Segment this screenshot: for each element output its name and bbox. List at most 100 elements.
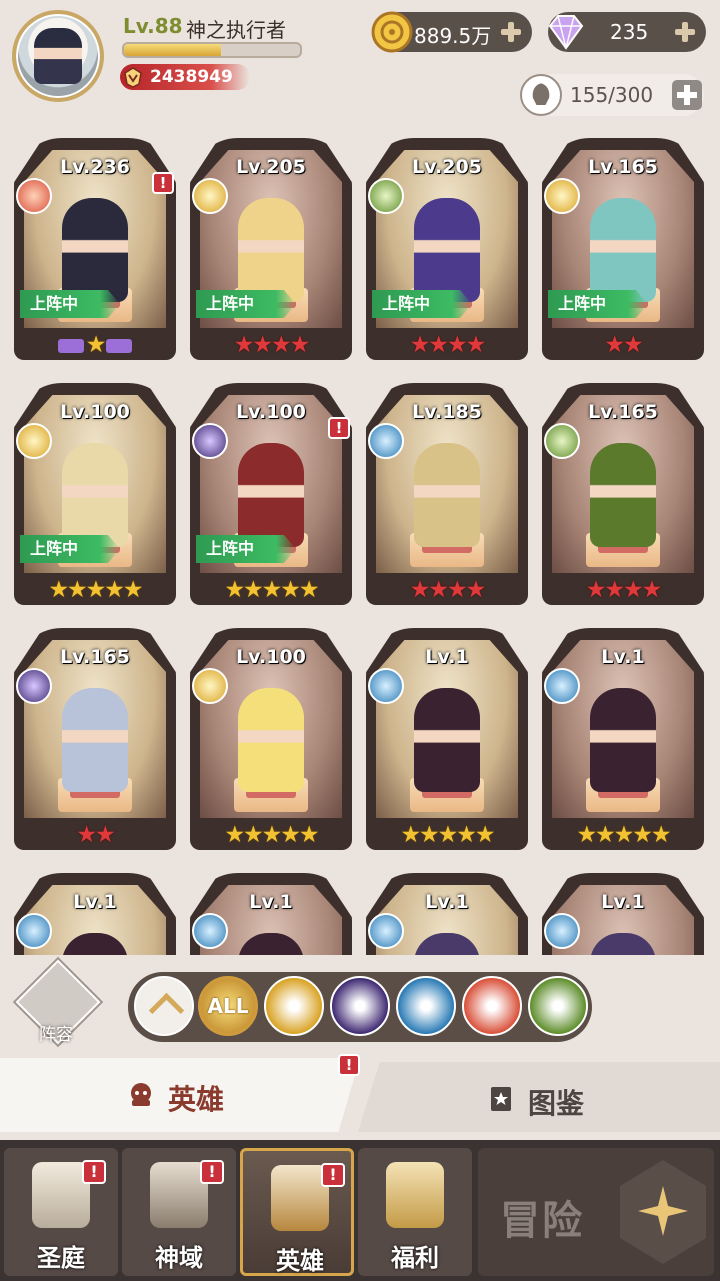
tab-hero-alert: ! xyxy=(338,1054,360,1076)
filter-dark-icon[interactable] xyxy=(330,976,390,1036)
star-glyphs: ★ xyxy=(85,332,107,358)
deployed-tag: 上阵中 xyxy=(20,290,120,318)
treasure-chest-icon xyxy=(386,1162,444,1228)
hero-card[interactable]: Lv.100 ★★★★★ xyxy=(190,628,352,858)
faction-order-icon xyxy=(368,668,404,704)
hero-card[interactable]: Lv.100! 上阵中 ★★★★★ xyxy=(190,383,352,613)
hero-card[interactable]: Lv.1 xyxy=(190,873,352,955)
nav-court[interactable]: ! 圣庭 xyxy=(4,1148,118,1276)
filter-fire-icon[interactable] xyxy=(462,976,522,1036)
hero-stars: ★★★★ xyxy=(366,577,528,603)
hero-grid: Lv.236! 上阵中 ★ Lv.205 上阵中 ★★★★ Lv.205 上阵中 ★★★★ Lv.… xyxy=(0,130,720,955)
deployed-tag: 上阵中 xyxy=(372,290,472,318)
hero-sprite xyxy=(590,443,656,547)
nav-hero-alert: ! xyxy=(321,1163,345,1187)
hero-level: Lv.205 xyxy=(236,156,306,178)
hero-level: Lv.1 xyxy=(601,646,645,668)
gold-coin-icon xyxy=(371,11,413,53)
power-value: 2438949 xyxy=(150,67,233,87)
hero-alert-badge: ! xyxy=(152,172,174,194)
add-gold-button[interactable] xyxy=(500,21,522,43)
tab-hero-label: 英雄 xyxy=(168,1083,225,1116)
hero-card[interactable]: Lv.165 ★★★★ xyxy=(542,383,704,613)
faction-order-icon xyxy=(368,913,404,949)
filter-order-icon[interactable] xyxy=(396,976,456,1036)
faction-nature-icon xyxy=(368,178,404,214)
power-icon xyxy=(124,67,142,88)
nav-court-label: 圣庭 xyxy=(37,1244,85,1272)
hero-card[interactable]: Lv.185 ★★★★ xyxy=(366,383,528,613)
diamond-value: 235 xyxy=(610,20,649,44)
star-glyphs: ★★ xyxy=(76,822,115,848)
expand-capacity-button[interactable] xyxy=(672,80,702,110)
avatar-portrait xyxy=(34,28,82,84)
nav-domain[interactable]: ! 神域 xyxy=(122,1148,236,1276)
bottom-nav: ! 圣庭 ! 神域 ! 英雄 福利 冒险 xyxy=(0,1140,720,1281)
star-glyphs: ★★★★★ xyxy=(48,577,143,603)
nav-court-alert: ! xyxy=(82,1160,106,1184)
hero-card[interactable]: Lv.1 xyxy=(542,873,704,955)
hero-card[interactable]: Lv.1 xyxy=(14,873,176,955)
hero-card[interactable]: Lv.205 上阵中 ★★★★ xyxy=(366,138,528,368)
tab-codex[interactable]: 图鉴 xyxy=(358,1062,720,1132)
faction-order-icon xyxy=(368,423,404,459)
compass-icon xyxy=(620,1160,706,1264)
filter-nature-icon[interactable] xyxy=(528,976,588,1036)
lineup-label: 阵容 xyxy=(39,1025,73,1045)
hero-sprite xyxy=(62,198,128,302)
faction-nature-icon xyxy=(544,423,580,459)
hero-stars: ★★★★★ xyxy=(542,822,704,848)
hero-card[interactable]: Lv.100 上阵中 ★★★★★ xyxy=(14,383,176,613)
hero-stars: ★★ xyxy=(542,332,704,358)
hero-card[interactable]: Lv.236! 上阵中 ★ xyxy=(14,138,176,368)
star-glyphs: ★★★★★ xyxy=(224,577,319,603)
hero-card[interactable]: Lv.1 ★★★★★ xyxy=(366,628,528,858)
star-glyphs: ★★★★ xyxy=(233,332,310,358)
power-badge: 2438949 xyxy=(120,64,250,90)
hero-stars: ★★★★ xyxy=(190,332,352,358)
add-diamond-button[interactable] xyxy=(674,21,696,43)
star-glyphs: ★★★★★ xyxy=(400,822,495,848)
collapse-filter-button[interactable] xyxy=(134,976,194,1036)
hero-capacity-value: 155/300 xyxy=(570,83,654,107)
filter-holy-icon[interactable] xyxy=(264,976,324,1036)
nav-hero-label: 英雄 xyxy=(276,1247,324,1275)
hero-alert-badge: ! xyxy=(328,417,350,439)
lineup-button[interactable]: 阵容 xyxy=(15,959,101,1046)
hero-tab-icon xyxy=(131,1083,151,1106)
hero-sprite xyxy=(590,198,656,302)
gold-value: 889.5万 xyxy=(414,24,492,48)
deployed-tag: 上阵中 xyxy=(196,290,296,318)
faction-fire-icon xyxy=(16,178,52,214)
player-avatar[interactable] xyxy=(12,10,104,102)
diamond-counter: 235 xyxy=(548,12,706,52)
hero-card[interactable]: Lv.165 ★★ xyxy=(14,628,176,858)
hero-tabs: 英雄 图鉴 ! xyxy=(0,1054,720,1136)
hero-level: Lv.100 xyxy=(60,401,130,423)
exp-bar xyxy=(122,42,302,58)
faction-holy-icon xyxy=(192,668,228,704)
hero-card[interactable]: Lv.165 上阵中 ★★ xyxy=(542,138,704,368)
tab-hero[interactable]: 英雄 xyxy=(0,1058,360,1132)
nav-welfare[interactable]: 福利 xyxy=(358,1148,472,1276)
deployed-tag: 上阵中 xyxy=(196,535,296,563)
star-glyphs: ★★ xyxy=(604,332,643,358)
deployed-tag: 上阵中 xyxy=(548,290,648,318)
nav-hero[interactable]: ! 英雄 xyxy=(240,1148,354,1276)
adventure-button[interactable]: 冒险 xyxy=(478,1148,714,1276)
hero-level: Lv.205 xyxy=(412,156,482,178)
hero-card[interactable]: Lv.1 ★★★★★ xyxy=(542,628,704,858)
hero-stars: ★★★★★ xyxy=(14,577,176,603)
faction-order-icon xyxy=(16,913,52,949)
hero-stars: ★★ xyxy=(14,822,176,848)
hero-stars: ★★★★★ xyxy=(190,577,352,603)
faction-holy-icon xyxy=(544,178,580,214)
hero-level: Lv.1 xyxy=(425,646,469,668)
hero-card[interactable]: Lv.205 上阵中 ★★★★ xyxy=(190,138,352,368)
hero-level: Lv.165 xyxy=(60,646,130,668)
codex-book-icon xyxy=(491,1087,511,1111)
player-name: 神之执行者 xyxy=(186,18,286,42)
hero-sprite xyxy=(414,198,480,302)
filter-all-button[interactable]: ALL xyxy=(198,976,258,1036)
hero-card[interactable]: Lv.1 xyxy=(366,873,528,955)
